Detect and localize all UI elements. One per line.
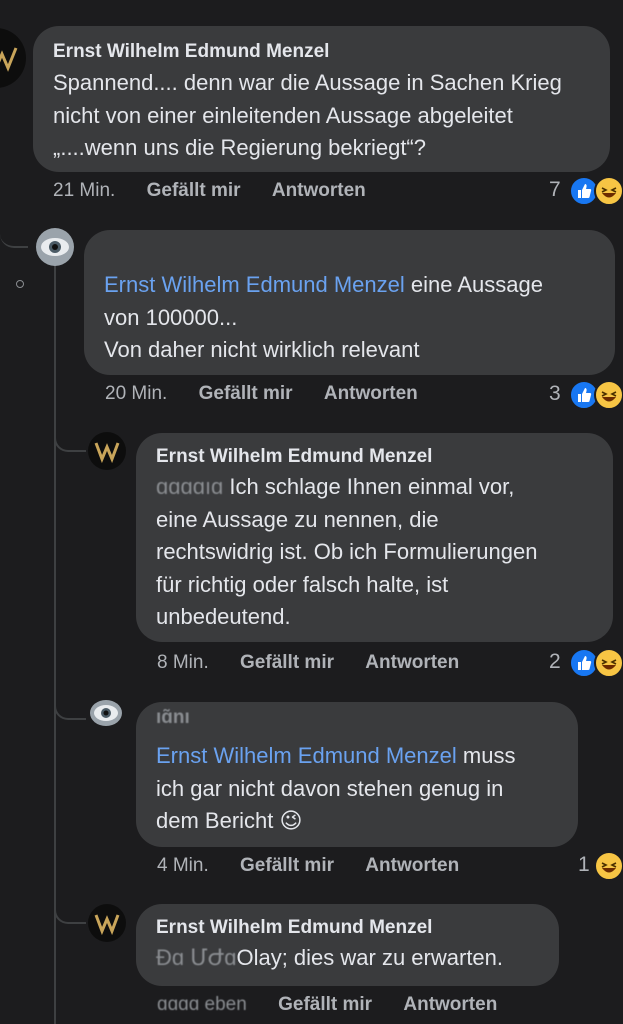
mention-link[interactable]: Ernst Wilhelm Edmund Menzel xyxy=(156,743,457,768)
collapsed-reply-dot xyxy=(16,280,24,288)
comment-time[interactable]: 20 Min. xyxy=(105,383,167,404)
comment-meta: ɑɑɑɑ eben Gefällt mir Antworten xyxy=(157,994,497,1016)
comment-time[interactable]: 8 Min. xyxy=(157,652,209,673)
avatar[interactable] xyxy=(90,700,122,726)
haha-icon[interactable] xyxy=(594,648,623,678)
thread-connector xyxy=(0,222,28,248)
haha-icon[interactable] xyxy=(594,176,623,206)
reaction-count[interactable]: 3 xyxy=(549,382,561,406)
thread-connector xyxy=(54,420,86,452)
mention-link[interactable]: Ernst Wilhelm Edmund Menzel xyxy=(104,272,405,297)
like-button[interactable]: Gefällt mir xyxy=(278,994,372,1015)
haha-icon[interactable] xyxy=(594,851,623,881)
comment-bubble[interactable]: Ernst Wilhelm Edmund Menzel Ɖɑ ՄԺɑOlay; … xyxy=(136,904,559,986)
comment-text: ɑɑɑɑıɑ Ich schlage Ihnen einmal vor, ein… xyxy=(156,474,538,629)
comment-author[interactable]: Ernst Wilhelm Edmund Menzel xyxy=(156,916,539,940)
comment-meta: 20 Min. Gefällt mir Antworten xyxy=(105,383,418,405)
logo-w-icon xyxy=(94,914,120,936)
comment-text: Spannend.... denn war die Aussage in Sac… xyxy=(53,70,562,160)
logo-w-icon xyxy=(0,47,18,72)
reply-button[interactable]: Antworten xyxy=(403,994,497,1015)
comment-time[interactable]: 4 Min. xyxy=(157,855,209,876)
reply-button[interactable]: Antworten xyxy=(365,652,459,673)
avatar[interactable] xyxy=(36,228,74,266)
like-button[interactable]: Gefällt mir xyxy=(240,652,334,673)
wink-emoji: 😉 xyxy=(279,808,303,833)
reaction-count[interactable]: 2 xyxy=(549,650,561,674)
like-button[interactable]: Gefällt mir xyxy=(240,855,334,876)
avatar[interactable] xyxy=(0,28,26,88)
comment-author[interactable]: Ernst Wilhelm Edmund Menzel xyxy=(53,40,590,64)
comment-meta: 21 Min. Gefällt mir Antworten xyxy=(53,180,366,202)
reaction-count[interactable]: 1 xyxy=(578,853,590,877)
like-button[interactable]: Gefällt mir xyxy=(199,383,293,404)
thread-connector xyxy=(54,892,86,924)
reply-button[interactable]: Antworten xyxy=(272,180,366,201)
logo-w-icon xyxy=(94,442,120,464)
reply-button[interactable]: Antworten xyxy=(324,383,418,404)
comment-bubble[interactable]: Ernst Wilhelm Edmund Menzel eine Aussage… xyxy=(84,230,615,375)
comment-meta: 4 Min. Gefällt mir Antworten xyxy=(157,855,459,877)
avatar[interactable] xyxy=(88,432,126,470)
haha-icon[interactable] xyxy=(594,380,623,410)
comment-author[interactable]: ıɑ̃nı xyxy=(156,706,558,734)
comment-bubble[interactable]: Ernst Wilhelm Edmund Menzel Spannend....… xyxy=(33,26,610,172)
comment-time[interactable]: ɑɑɑɑ eben xyxy=(157,994,247,1015)
eye-icon xyxy=(41,238,69,256)
comment-meta: 8 Min. Gefällt mir Antworten xyxy=(157,652,459,674)
reply-button[interactable]: Antworten xyxy=(365,855,459,876)
eye-icon xyxy=(94,705,118,721)
comment-time[interactable]: 21 Min. xyxy=(53,180,115,201)
like-button[interactable]: Gefällt mir xyxy=(147,180,241,201)
comment-text: Ɖɑ ՄԺɑOlay; dies war zu erwarten. xyxy=(156,945,504,970)
comment-text: Ernst Wilhelm Edmund Menzel muss ich gar… xyxy=(156,743,516,833)
avatar[interactable] xyxy=(88,904,126,942)
comment-bubble[interactable]: Ernst Wilhelm Edmund Menzel ɑɑɑɑıɑ Ich s… xyxy=(136,433,613,642)
comment-text: Ernst Wilhelm Edmund Menzel eine Aussage… xyxy=(104,272,544,362)
mention-link[interactable]: Ɖɑ ՄԺɑ xyxy=(156,945,236,970)
comment-bubble[interactable]: ıɑ̃nı Ernst Wilhelm Edmund Menzel muss i… xyxy=(136,702,578,847)
thread-connector xyxy=(54,688,86,720)
mention-link[interactable]: ɑɑɑɑıɑ xyxy=(156,474,223,499)
reaction-count[interactable]: 7 xyxy=(549,178,561,202)
comment-author[interactable]: Ernst Wilhelm Edmund Menzel xyxy=(156,445,593,469)
comment-author[interactable] xyxy=(104,240,595,266)
